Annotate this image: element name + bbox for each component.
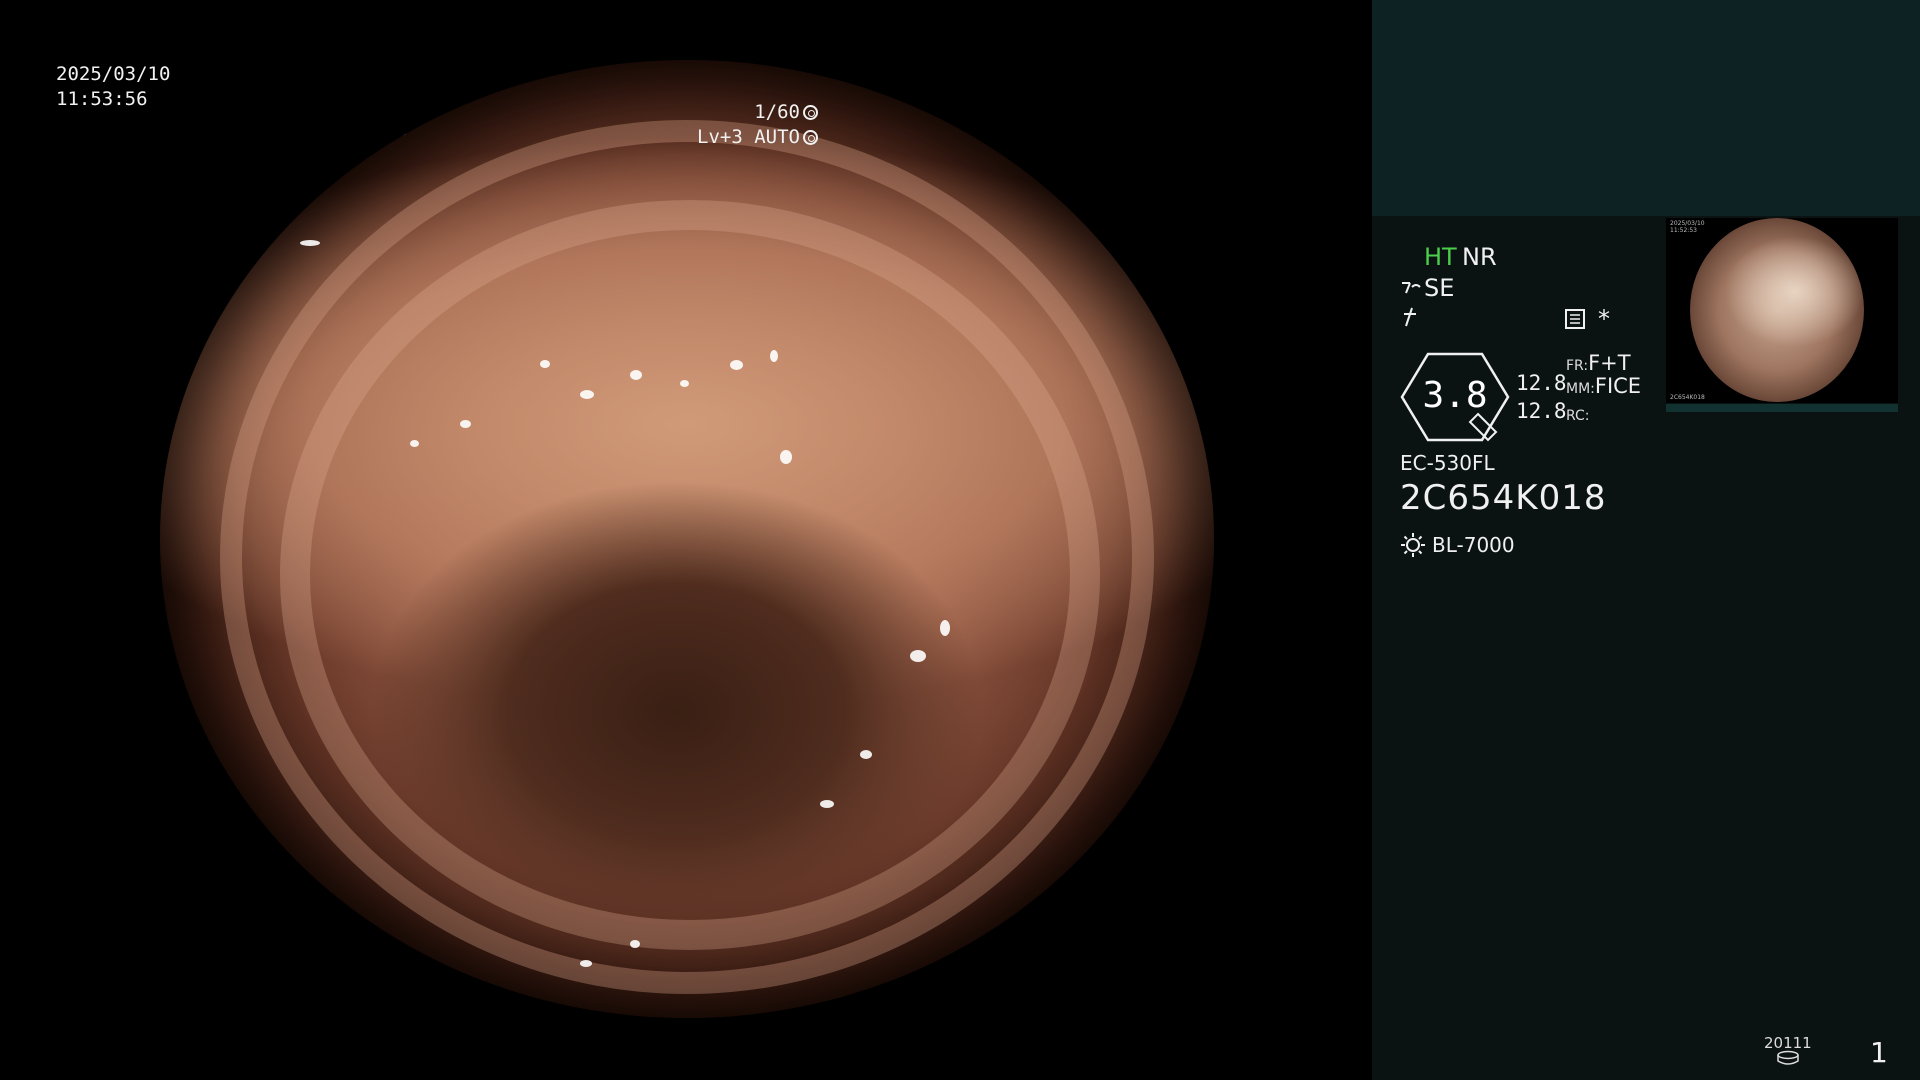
scope-model: EC-530FL [1400, 451, 1495, 475]
specular-highlight [580, 390, 594, 399]
capture-thumbnail[interactable]: 2025/03/10 11:52:53 2C654K018 [1666, 218, 1898, 403]
specular-highlight [780, 450, 792, 464]
light-source-row: BL-7000 [1400, 532, 1515, 558]
menu-icon [1564, 308, 1586, 337]
fr-value: F+T [1588, 351, 1631, 375]
star-indicator: * [1598, 305, 1610, 333]
light-source-icon [1401, 533, 1425, 557]
se-label: SE [1424, 274, 1455, 302]
mm-key: MM: [1566, 381, 1595, 397]
se-icon [1402, 282, 1421, 294]
rc-row: RC: [1566, 400, 1590, 429]
ht-indicator: HT [1424, 243, 1457, 271]
zoom-value: 3.8 [1422, 375, 1488, 416]
mm-value: FICE [1594, 374, 1642, 398]
specular-highlight [730, 360, 743, 370]
specular-highlight [460, 420, 471, 428]
thumbnail-bar [1666, 404, 1898, 412]
datetime-overlay: 2025/03/10 11:53:56 [56, 62, 170, 112]
thumbnail-time: 11:52:53 [1670, 227, 1697, 234]
exposure-overlay: 1/60 Lv+3 AUTO [618, 100, 818, 150]
fr-key: FR: [1566, 358, 1589, 374]
specular-highlight [680, 380, 689, 387]
light-source-label: BL-7000 [1432, 533, 1515, 557]
info-panel: HT NR SE * 3.8 12.8 12.8 FR:F+T MM:FICE … [1372, 0, 1920, 1080]
se-indicator: SE [1400, 275, 1454, 301]
top-band [1372, 0, 1920, 216]
specular-highlight [630, 370, 642, 380]
mucosal-fold [280, 200, 1100, 950]
specular-highlight [860, 750, 872, 759]
iris-label: Lv+3 AUTO [697, 126, 800, 148]
rc-key: RC: [1566, 408, 1590, 424]
specular-highlight [940, 620, 950, 636]
specular-highlight [770, 350, 778, 362]
endoscopic-image [160, 60, 1214, 1018]
date-label: 2025/03/10 [56, 63, 171, 85]
thumbnail-date: 2025/03/10 [1670, 220, 1705, 227]
specular-highlight [910, 650, 926, 662]
zoom-range-b: 12.8 [1516, 399, 1567, 423]
specular-highlight [540, 360, 550, 368]
specular-highlight [390, 130, 406, 136]
endoscope-viewport: 2025/03/10 11:53:56 1/60 Lv+3 AUTO [0, 0, 1372, 1080]
specular-highlight [300, 240, 320, 246]
thumbnail-serial: 2C654K018 [1670, 394, 1705, 401]
thumbnail-image [1690, 218, 1864, 402]
zoom-range-a: 12.8 [1516, 371, 1567, 395]
image-counter: 1 [1870, 1036, 1888, 1069]
scope-serial: 2C654K018 [1400, 478, 1607, 518]
mm-row: MM:FICE [1566, 373, 1641, 402]
nr-indicator: NR [1462, 243, 1497, 271]
specular-highlight [630, 940, 640, 948]
freeze-icon [1400, 306, 1420, 335]
specular-highlight [410, 440, 419, 447]
disk-icon [1777, 1050, 1799, 1065]
shutter-speed-label: 1/60 [754, 101, 800, 123]
time-label: 11:53:56 [56, 88, 148, 110]
specular-highlight [820, 800, 834, 808]
iris-icon [803, 130, 818, 145]
shutter-icon [803, 105, 818, 120]
specular-highlight [580, 960, 592, 967]
